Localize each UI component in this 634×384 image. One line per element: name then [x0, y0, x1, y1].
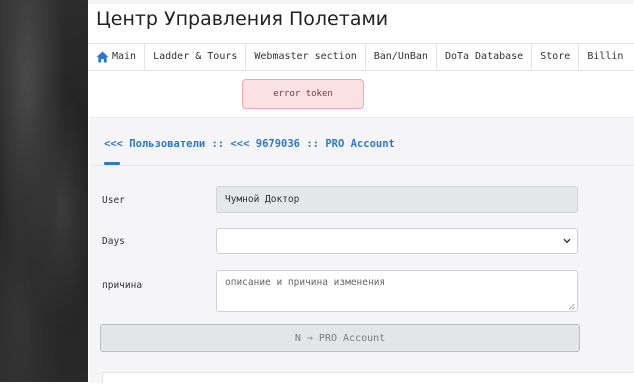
home-icon	[96, 51, 109, 63]
user-value: Чумной Доктор	[225, 194, 300, 205]
nav-item-label: DoTa Database	[444, 51, 524, 62]
breadcrumb: <<< Пользователи :: <<< 9679036 :: PRO A…	[104, 138, 395, 150]
nav-item-main[interactable]: Main	[88, 44, 146, 70]
nav-item-ban-unban[interactable]: Ban/UnBan	[366, 44, 437, 70]
resize-grip-icon[interactable]	[568, 302, 575, 310]
submit-label: N ⇒ PRO Account	[294, 332, 386, 344]
user-label: User	[102, 195, 125, 206]
reason-textarea[interactable]: описание и причина изменения	[216, 270, 578, 312]
nav-item-ladder-tours[interactable]: Ladder & Tours	[145, 44, 247, 70]
breadcrumb-current: PRO Account	[325, 138, 395, 150]
nav-item-label: Billin	[587, 51, 624, 62]
main-nav: Main Ladder & Tours Webmaster section Ba…	[88, 43, 634, 71]
reason-label: причина	[102, 280, 143, 291]
form-panel: <<< Пользователи :: <<< 9679036 :: PRO A…	[90, 117, 634, 384]
days-label: Days	[102, 236, 125, 247]
main-content: Центр Управления Полетами Main Ladder & …	[88, 0, 634, 384]
breadcrumb-users-link[interactable]: <<< Пользователи	[104, 138, 205, 150]
submit-pro-account-button[interactable]: N ⇒ PRO Account	[100, 324, 580, 352]
background-image	[0, 0, 88, 382]
nav-item-label: Store	[540, 51, 571, 62]
nav-item-store[interactable]: Store	[532, 44, 580, 70]
nav-item-webmaster-section[interactable]: Webmaster section	[246, 44, 366, 70]
top-strip	[88, 0, 634, 4]
nav-item-label: Main	[112, 51, 137, 62]
nav-item-dota-database[interactable]: DoTa Database	[437, 44, 533, 70]
reason-placeholder: описание и причина изменения	[225, 277, 386, 288]
breadcrumb-separator: ::	[306, 138, 319, 150]
user-field: Чумной Доктор	[216, 186, 578, 213]
nav-item-billing[interactable]: Billin	[579, 44, 631, 70]
breadcrumb-separator: ::	[211, 138, 225, 150]
bottom-card	[102, 372, 634, 384]
chevron-down-icon	[563, 236, 571, 247]
nav-item-label: Ladder & Tours	[153, 51, 238, 62]
page-title: Центр Управления Полетами	[96, 8, 389, 30]
divider	[90, 165, 634, 166]
nav-item-label: Ban/UnBan	[373, 51, 428, 62]
breadcrumb-user-id-link[interactable]: <<< 9679036	[230, 138, 300, 150]
nav-item-label: Webmaster section	[254, 51, 357, 62]
days-select[interactable]	[216, 228, 578, 254]
error-alert: error token	[242, 79, 364, 109]
alert-text: error token	[273, 89, 333, 99]
